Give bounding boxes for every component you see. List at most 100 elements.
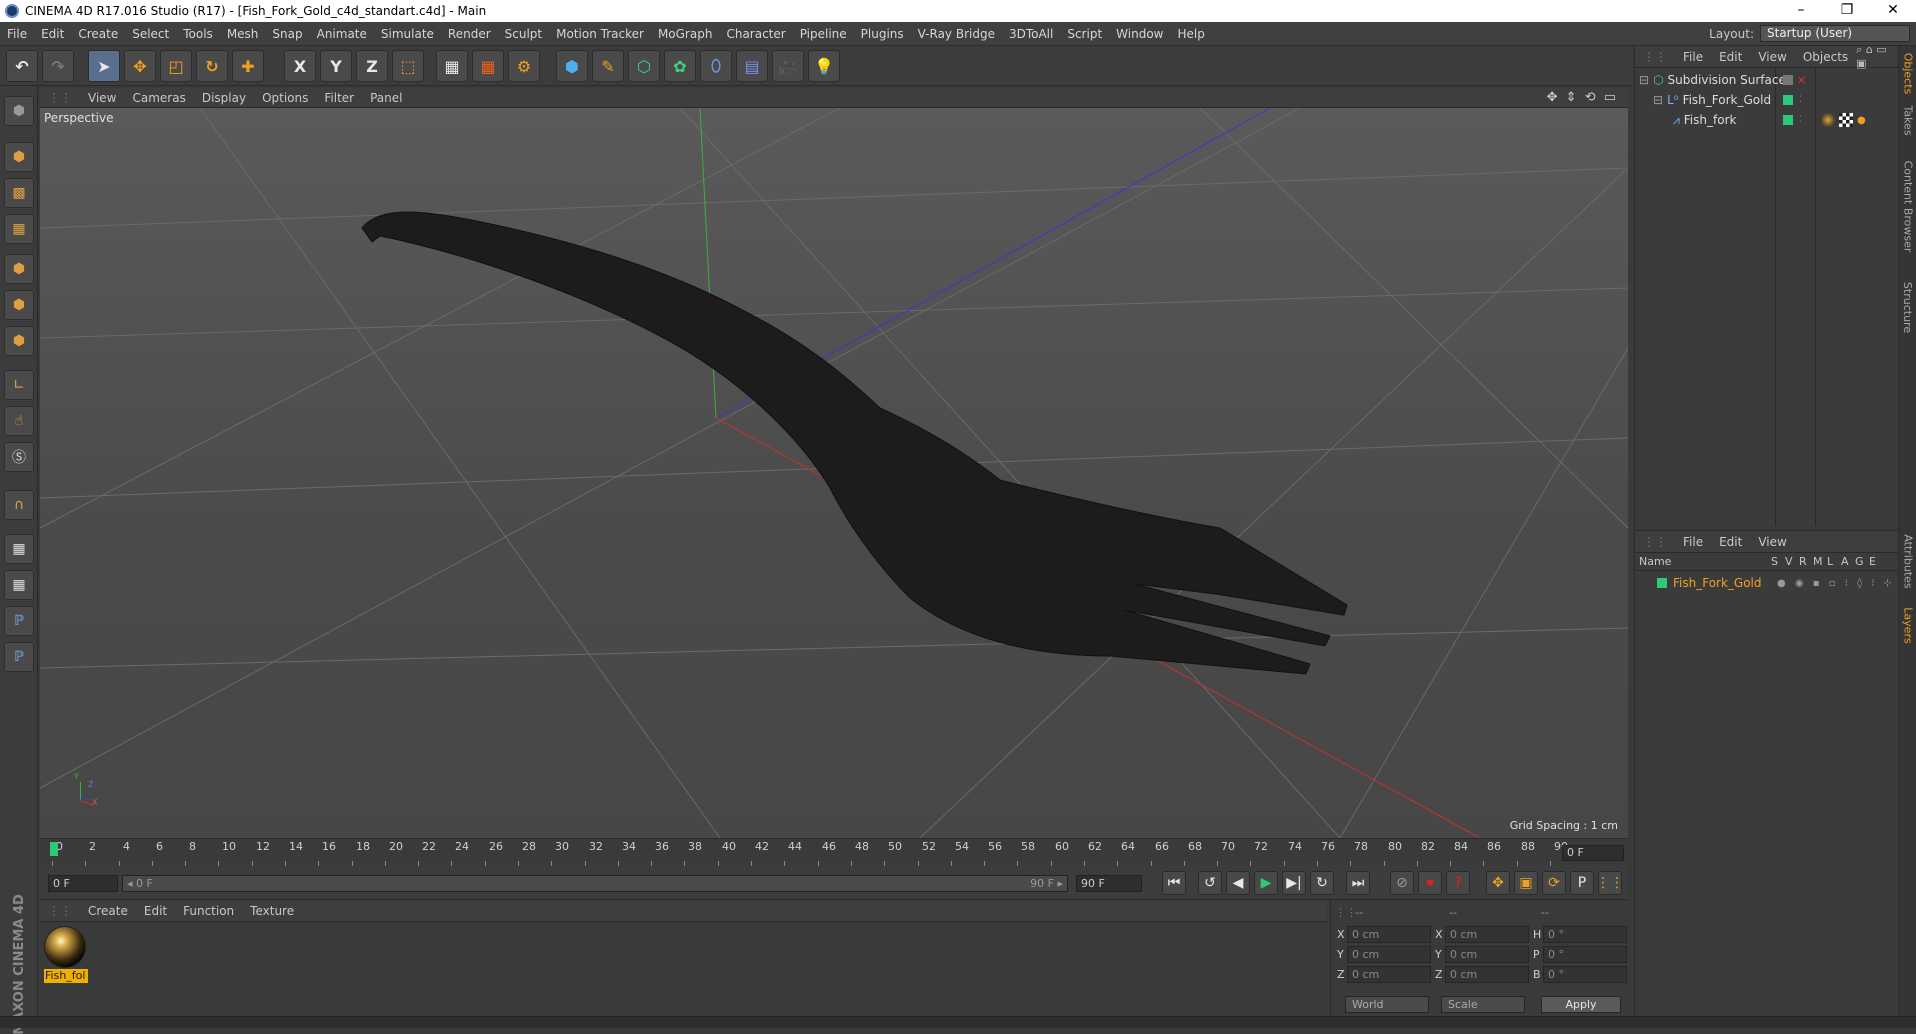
camera-icon[interactable]: 🎥 <box>772 50 804 82</box>
record-active-objects-button[interactable]: ⊘ <box>1390 871 1414 895</box>
tab-takes[interactable]: Takes <box>1899 100 1916 140</box>
objects-menu-objects[interactable]: Objects <box>1795 50 1856 64</box>
tab-layers[interactable]: Layers <box>1899 600 1916 650</box>
light-icon[interactable]: 💡 <box>808 50 840 82</box>
axis-mode-icon[interactable]: ∟ <box>4 370 34 400</box>
material-menu-function[interactable]: Function <box>175 904 242 918</box>
position-y-field[interactable]: 0 cm <box>1347 946 1431 963</box>
size-y-field[interactable]: 0 cm <box>1445 946 1529 963</box>
undo-icon[interactable]: ↶ <box>6 50 38 82</box>
frame-range-slider[interactable]: ◂ 0 F 90 F ▸ <box>122 875 1068 892</box>
coordinate-system-icon[interactable]: ⬚ <box>392 50 424 82</box>
enabled-cross-icon[interactable]: ✕ <box>1797 74 1806 87</box>
autokeying-button[interactable]: ⏺ <box>1418 871 1442 895</box>
position-x-field[interactable]: 0 cm <box>1347 926 1431 943</box>
planar-workplane-icon[interactable]: ▦ <box>4 570 34 600</box>
rotation-p-field[interactable]: 0 ° <box>1543 946 1627 963</box>
timeline-ruler[interactable]: 0 2 4 6 8 10 12 14 16 18 20 22 24 26 28 30 32 34 36 38 40 42 4… <box>40 838 1628 867</box>
layers-menu-view[interactable]: View <box>1750 535 1794 549</box>
menu-plugins[interactable]: Plugins <box>854 27 911 41</box>
menu-file[interactable]: File <box>0 27 34 41</box>
menu-sculpt[interactable]: Sculpt <box>498 27 549 41</box>
object-row-fish-fork[interactable]: ⩘ Fish_fork ⁚ ● <box>1635 110 1899 130</box>
minimize-button[interactable]: – <box>1778 0 1824 22</box>
menu-motion-tracker[interactable]: Motion Tracker <box>549 27 651 41</box>
previous-frame-button[interactable]: ◀ <box>1226 871 1250 895</box>
menu-tools[interactable]: Tools <box>176 27 220 41</box>
record-parameter-button[interactable]: P <box>1570 871 1594 895</box>
menu-edit[interactable]: Edit <box>34 27 71 41</box>
object-row-fish-fork-gold[interactable]: ⊟ L⁰ Fish_Fork_Gold ⁚ <box>1635 90 1899 110</box>
select-icon[interactable]: ➤ <box>88 50 120 82</box>
menu-render[interactable]: Render <box>441 27 498 41</box>
material-tag-icon[interactable] <box>1821 113 1835 127</box>
position-z-field[interactable]: 0 cm <box>1347 966 1431 983</box>
snap-icon[interactable]: Ⓢ <box>4 442 34 472</box>
play-button[interactable]: ▶ <box>1254 871 1278 895</box>
viewport-menu-cameras[interactable]: Cameras <box>124 91 193 105</box>
last-tool-icon[interactable]: ✚ <box>232 50 264 82</box>
visibility-dots[interactable]: ⁚ <box>1799 95 1802 105</box>
layer-toggle-icons[interactable]: ● ◉ ▪ ▫ ⁝ ◊ ⁝ ⊹ <box>1777 578 1895 589</box>
render-view-icon[interactable]: ▦ <box>436 50 468 82</box>
lock-workplane-icon[interactable]: ▦ <box>4 534 34 564</box>
size-z-field[interactable]: 0 cm <box>1445 966 1529 983</box>
layout-dropdown[interactable]: Startup (User) <box>1760 25 1910 42</box>
material-menu-create[interactable]: Create <box>80 904 136 918</box>
layers-menu-file[interactable]: File <box>1675 535 1711 549</box>
objects-menu-edit[interactable]: Edit <box>1711 50 1750 64</box>
texture-mode-icon[interactable]: ▩ <box>4 178 34 208</box>
render-settings-icon[interactable]: ⚙ <box>508 50 540 82</box>
cube-icon[interactable]: ⬢ <box>556 50 588 82</box>
menu-vray-bridge[interactable]: V-Ray Bridge <box>911 27 1002 41</box>
layer-color-tag[interactable] <box>1783 95 1793 105</box>
tab-structure[interactable]: Structure <box>1899 272 1916 342</box>
viewport-menu-options[interactable]: Options <box>254 91 316 105</box>
menu-window[interactable]: Window <box>1109 27 1170 41</box>
edges-mode-icon[interactable]: ⬢ <box>4 290 34 320</box>
tweak-mode-icon[interactable]: ☝ <box>4 406 34 436</box>
object-manager-tool-icons[interactable]: ⌕ ⌂ ▭ ▣ <box>1856 43 1898 70</box>
layer-color-swatch[interactable] <box>1657 578 1667 588</box>
keyframe-selection-button[interactable]: ? <box>1446 871 1470 895</box>
start-frame-field[interactable]: 0 F <box>48 875 118 892</box>
world-dropdown[interactable]: World <box>1345 996 1429 1013</box>
menu-pipeline[interactable]: Pipeline <box>793 27 854 41</box>
viewport-navigation-icons[interactable]: ✥ ⇕ ⟲ ▭ <box>1547 90 1618 105</box>
material-swatch[interactable]: Fish_fol <box>44 926 88 984</box>
material-menu-edit[interactable]: Edit <box>136 904 175 918</box>
points-mode-icon[interactable]: ⬢ <box>4 254 34 284</box>
move-icon[interactable]: ✥ <box>124 50 156 82</box>
current-frame-field[interactable]: 0 F <box>1562 845 1624 861</box>
pen-icon[interactable]: ✎ <box>592 50 624 82</box>
floor-icon[interactable]: ▤ <box>736 50 768 82</box>
layers-menu-edit[interactable]: Edit <box>1711 535 1750 549</box>
editor-visibility-toggle[interactable] <box>1783 75 1793 85</box>
phong-tag-icon[interactable]: ● <box>1857 115 1866 126</box>
tab-attributes[interactable]: Attributes <box>1899 526 1916 596</box>
viewport-menu-filter[interactable]: Filter <box>316 91 362 105</box>
x-axis-icon[interactable]: X <box>284 50 316 82</box>
record-position-button[interactable]: ✥ <box>1486 871 1510 895</box>
menu-select[interactable]: Select <box>125 27 176 41</box>
perspective-viewport[interactable]: Perspective Grid Spacing : 1 cm Y Z X <box>40 108 1628 838</box>
tab-content-browser[interactable]: Content Browser <box>1899 144 1916 268</box>
viewport-menu-panel[interactable]: Panel <box>362 91 410 105</box>
viewport-menu-view[interactable]: View <box>80 91 124 105</box>
menu-3dtoall[interactable]: 3DToAll <box>1002 27 1060 41</box>
layer-color-tag[interactable] <box>1783 115 1793 125</box>
subdivision-icon[interactable]: ⬡ <box>628 50 660 82</box>
menu-script[interactable]: Script <box>1060 27 1109 41</box>
rotation-h-field[interactable]: 0 ° <box>1543 926 1627 943</box>
scale-dropdown[interactable]: Scale <box>1441 996 1525 1013</box>
polygons-mode-icon[interactable]: ⬢ <box>4 326 34 356</box>
tab-objects[interactable]: Objects <box>1899 50 1916 96</box>
previous-key-button[interactable]: ↺ <box>1198 871 1222 895</box>
y-axis-icon[interactable]: Y <box>320 50 352 82</box>
layer-row-fish-fork-gold[interactable]: Fish_Fork_Gold ● ◉ ▪ ▫ ⁝ ◊ ⁝ ⊹ <box>1635 573 1899 593</box>
texture-tag-icon[interactable] <box>1839 113 1853 127</box>
menu-snap[interactable]: Snap <box>265 27 309 41</box>
frame-ruler[interactable]: 0 2 4 6 8 10 12 14 16 18 20 22 24 26 28 30 32 34 36 38 40 42 4… <box>52 839 1568 867</box>
rotate-icon[interactable]: ↻ <box>196 50 228 82</box>
make-editable-icon[interactable]: ⬢ <box>4 96 34 126</box>
